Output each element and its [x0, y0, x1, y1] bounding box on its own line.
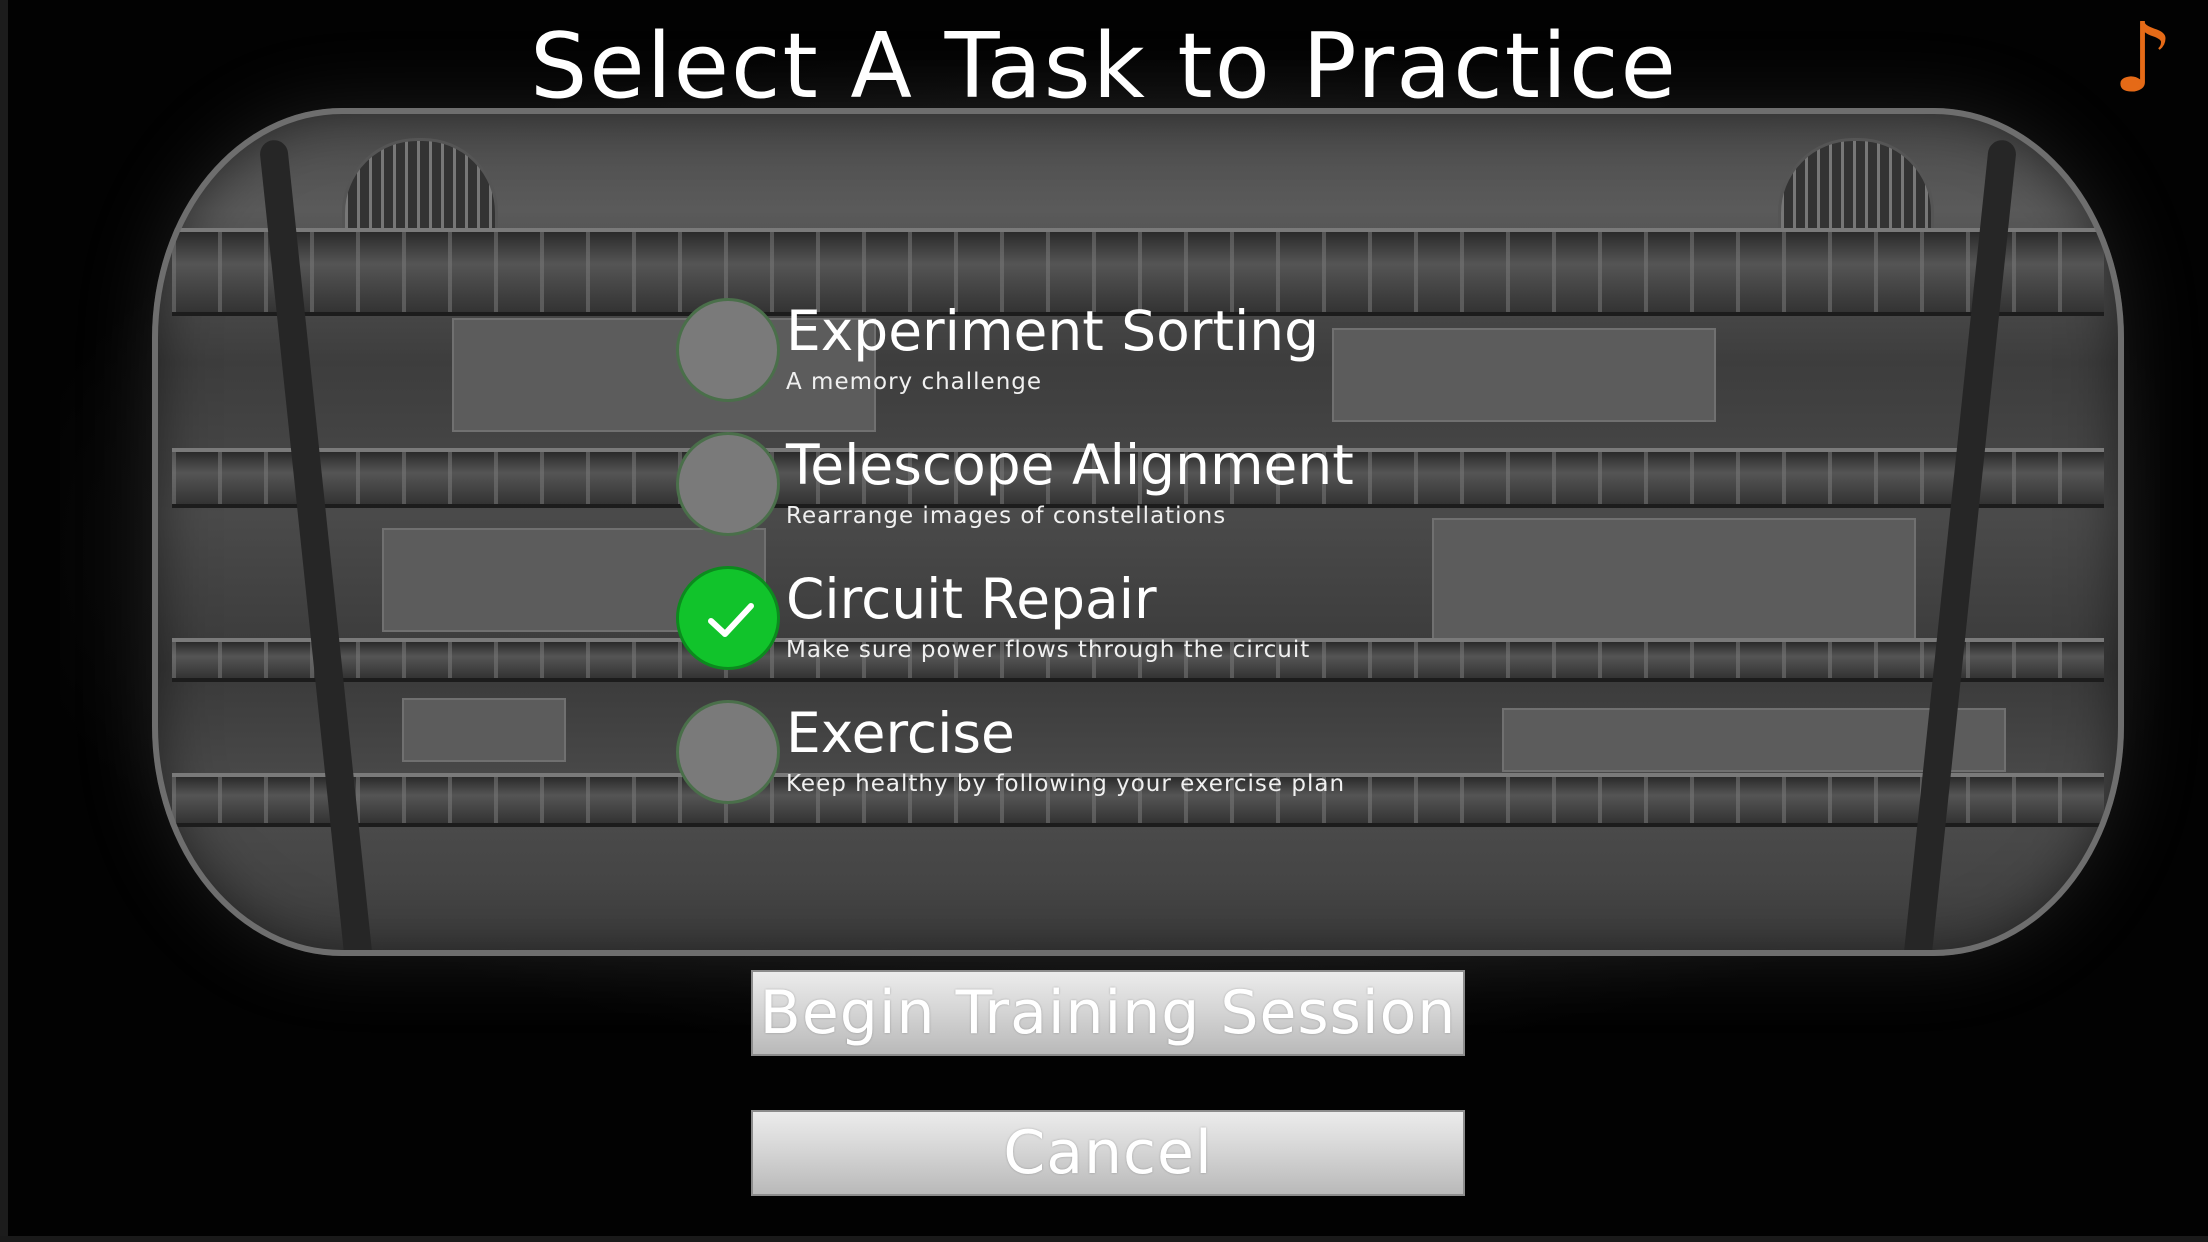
radio-button-selected[interactable]: [676, 566, 780, 670]
radio-button[interactable]: [676, 298, 780, 402]
bottom-border: [0, 1236, 2208, 1242]
radio-button[interactable]: [676, 700, 780, 804]
task-option-experiment-sorting[interactable]: Experiment Sorting A memory challenge: [676, 298, 1576, 408]
right-vent: [1778, 138, 1934, 234]
task-option-circuit-repair[interactable]: Circuit Repair Make sure power flows thr…: [676, 566, 1576, 676]
left-border: [0, 0, 8, 1242]
task-name: Telescope Alignment: [786, 433, 1354, 497]
music-note-icon[interactable]: ♪: [2108, 8, 2178, 108]
task-description: A memory challenge: [786, 369, 1043, 395]
task-name: Experiment Sorting: [786, 299, 1320, 363]
task-option-telescope-alignment[interactable]: Telescope Alignment Rearrange images of …: [676, 432, 1576, 542]
task-description: Rearrange images of constellations: [786, 503, 1227, 529]
task-name: Circuit Repair: [786, 567, 1157, 631]
cancel-button[interactable]: Cancel: [751, 1110, 1465, 1196]
task-description: Make sure power flows through the circui…: [786, 637, 1311, 663]
task-name: Exercise: [786, 701, 1015, 765]
vent-box: [402, 698, 566, 762]
task-description: Keep healthy by following your exercise …: [786, 771, 1346, 797]
begin-training-button[interactable]: Begin Training Session: [751, 970, 1465, 1056]
checkmark-icon: [708, 603, 754, 637]
page-title: Select A Task to Practice: [530, 14, 1678, 119]
task-option-exercise[interactable]: Exercise Keep healthy by following your …: [676, 700, 1576, 810]
left-vent: [342, 138, 498, 234]
game-screen: Select A Task to Practice ♪ Experiment S…: [0, 0, 2208, 1242]
radio-button[interactable]: [676, 432, 780, 536]
